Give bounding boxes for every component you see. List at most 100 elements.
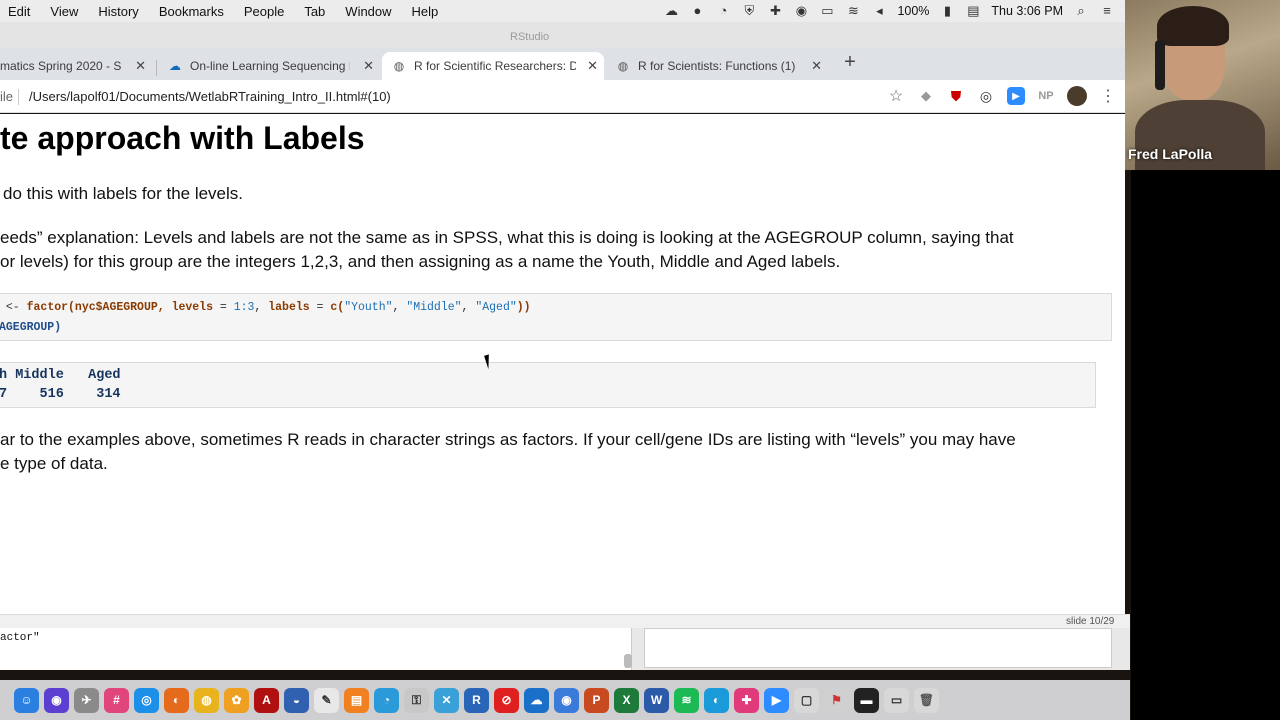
spotify-icon[interactable]: ≋: [674, 687, 699, 713]
video-tile[interactable]: Fred LaPolla: [1125, 0, 1280, 170]
word-icon[interactable]: W: [644, 687, 669, 713]
menu-window[interactable]: Window: [337, 4, 403, 19]
profile-avatar[interactable]: [1067, 86, 1087, 106]
photos-icon[interactable]: ✿: [224, 687, 249, 713]
extension-ghostery-icon[interactable]: ◆: [917, 87, 935, 105]
onedrive-icon[interactable]: ☁: [524, 687, 549, 713]
close-icon[interactable]: ✕: [587, 58, 598, 74]
code-sep: ,: [254, 301, 269, 314]
flag-icon[interactable]: ▤: [965, 4, 981, 18]
slide-content: te approach with Labels do this with lab…: [0, 114, 1125, 614]
timemachine-icon[interactable]: ◔: [715, 4, 731, 18]
finder-icon[interactable]: ☺: [14, 687, 39, 713]
zoom-icon[interactable]: ▶: [764, 687, 789, 713]
dropbox-icon[interactable]: ✚: [767, 4, 783, 18]
acrobat-icon[interactable]: A: [254, 687, 279, 713]
menu-bookmarks[interactable]: Bookmarks: [151, 4, 236, 19]
preview-icon[interactable]: ◔: [374, 687, 399, 713]
code-fn-c: c(: [330, 301, 345, 314]
code-kw-levels: levels: [171, 301, 213, 314]
slide-title: te approach with Labels: [0, 120, 365, 156]
code-kw-labels: labels: [268, 301, 310, 314]
notification-center-icon[interactable]: ≡: [1099, 4, 1115, 18]
slack-icon[interactable]: #: [104, 687, 129, 713]
r-app-icon[interactable]: R: [464, 687, 489, 713]
wifi-icon[interactable]: ≋: [845, 4, 861, 18]
files-icon[interactable]: ▢: [794, 687, 819, 713]
menu-edit[interactable]: Edit: [0, 4, 42, 19]
siri-icon[interactable]: ◉: [44, 687, 69, 713]
close-icon[interactable]: ✕: [135, 58, 146, 74]
code-close: )): [516, 301, 531, 314]
code-assign-op: <-: [0, 301, 27, 314]
menu-people[interactable]: People: [236, 4, 296, 19]
safari-icon[interactable]: ◎: [134, 687, 159, 713]
menu-help[interactable]: Help: [404, 4, 451, 19]
slide-paragraph-3-line-2: e type of data.: [0, 453, 108, 473]
tab-online-learning[interactable]: ☁ On-line Learning Sequencing I ✕: [158, 52, 380, 80]
bookmark-star-icon[interactable]: ☆: [887, 87, 905, 105]
powerpoint-icon[interactable]: P: [584, 687, 609, 713]
extension-ring-icon[interactable]: ◎: [977, 87, 995, 105]
compass-icon[interactable]: ◉: [793, 4, 809, 18]
close-icon[interactable]: ✕: [811, 58, 822, 74]
cloud-upload-icon[interactable]: ☁: [663, 4, 679, 18]
url-input[interactable]: /Users/lapolf01/Documents/WetlabRTrainin…: [29, 89, 391, 104]
maps-icon[interactable]: ⚑: [824, 687, 849, 713]
slide-paragraph-3-line-1: ar to the examples above, sometimes R re…: [0, 430, 1016, 449]
volume-icon[interactable]: ◂: [871, 4, 887, 18]
rstudio-titlebar: RStudio: [0, 22, 1125, 48]
news-icon[interactable]: ⊘: [494, 687, 519, 713]
tab-label: R for Scientists: Functions (1): [638, 59, 796, 73]
code-fn-factor: factor: [26, 301, 69, 314]
menu-history[interactable]: History: [90, 4, 150, 19]
network-icon[interactable]: ◉: [554, 687, 579, 713]
firefox-icon[interactable]: ◐: [164, 687, 189, 713]
console-scrollbar[interactable]: [624, 654, 632, 668]
new-tab-button[interactable]: +: [840, 52, 860, 72]
browser-tabbar: matics Spring 2020 - S ✕ ☁ On-line Learn…: [0, 48, 1125, 80]
launchpad-icon[interactable]: ✈: [74, 687, 99, 713]
battery-icon[interactable]: ▮: [939, 4, 955, 18]
ublock-shield-icon[interactable]: ⛊: [947, 87, 965, 105]
menu-view[interactable]: View: [42, 4, 90, 19]
proxy-icon[interactable]: ◒: [284, 687, 309, 713]
code-eq: =: [212, 301, 234, 314]
toolbar-icons: ☆ ◆ ⛊ ◎ ▶ NP ⋮: [887, 86, 1117, 106]
close-icon[interactable]: ✕: [363, 58, 374, 74]
code-block: <- factor(nyc$AGEGROUP, levels = 1:3, la…: [0, 293, 1112, 341]
code-eq: =: [309, 301, 331, 314]
trash-icon[interactable]: 🗑: [914, 687, 939, 713]
books-icon[interactable]: ▤: [344, 687, 369, 713]
headset-icon: [1155, 40, 1165, 90]
chrome-icon[interactable]: ◍: [194, 687, 219, 713]
airplay-icon[interactable]: ▭: [819, 4, 835, 18]
tab-label: R for Scientific Researchers: D: [414, 59, 576, 73]
spotlight-icon[interactable]: ⌕: [1073, 4, 1089, 18]
creative-cloud-icon[interactable]: ●: [689, 4, 705, 18]
console-pane[interactable]: actor": [0, 628, 632, 670]
participant-hair: [1157, 6, 1229, 46]
vpn-icon[interactable]: ◐: [704, 687, 729, 713]
tab-r-functions[interactable]: ◍ R for Scientists: Functions (1) ✕: [606, 52, 828, 80]
clock[interactable]: Thu 3:06 PM: [991, 4, 1063, 18]
shield-icon[interactable]: ⛨: [741, 4, 757, 18]
textedit-icon[interactable]: ✎: [314, 687, 339, 713]
tab-r-scientific-researchers[interactable]: ◍ R for Scientific Researchers: D ✕: [382, 52, 604, 80]
np-extension-icon[interactable]: NP: [1037, 87, 1055, 105]
keychain-icon[interactable]: ⚿: [404, 687, 429, 713]
files-pane[interactable]: [644, 628, 1112, 668]
url-scheme-label: ile: [0, 89, 14, 104]
output-header-line: h Middle Aged: [0, 368, 121, 383]
tab-bioinformatics[interactable]: matics Spring 2020 - S ✕: [0, 52, 152, 80]
zoom-extension-icon[interactable]: ▶: [1007, 87, 1025, 105]
excel-icon[interactable]: X: [614, 687, 639, 713]
menu-tab[interactable]: Tab: [296, 4, 337, 19]
code-num-range: 1:3: [233, 301, 255, 314]
xquartz-icon[interactable]: ✕: [434, 687, 459, 713]
terminal-icon[interactable]: ▬: [854, 687, 879, 713]
menu-kebab-icon[interactable]: ⋮: [1099, 87, 1117, 105]
slack-alt-icon[interactable]: ✚: [734, 687, 759, 713]
archive-icon[interactable]: ▭: [884, 687, 909, 713]
code-sep: ,: [392, 301, 407, 314]
